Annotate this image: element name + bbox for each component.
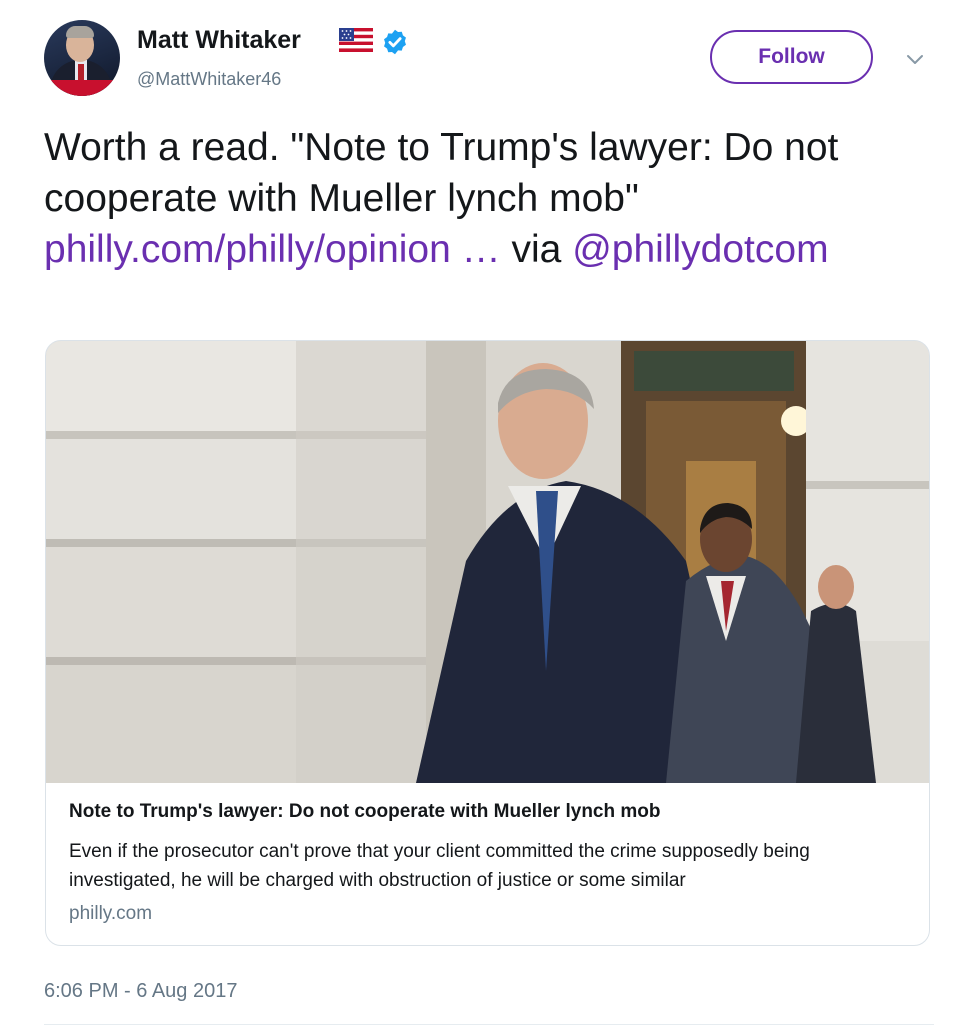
us-flag-icon [339, 28, 373, 52]
author-handle[interactable]: @MattWhitaker46 [137, 69, 281, 90]
tweet-url-link[interactable]: philly.com/philly/opinion [44, 228, 451, 271]
tweet-url-ellipsis[interactable]: … [451, 228, 501, 271]
link-preview-card[interactable]: Note to Trump's lawyer: Do not cooperate… [45, 340, 930, 946]
follow-button[interactable]: Follow [710, 30, 873, 84]
tweet-body: Worth a read. "Note to Trump's lawyer: D… [44, 126, 839, 220]
card-title[interactable]: Note to Trump's lawyer: Do not cooperate… [69, 801, 660, 823]
author-name[interactable]: Matt Whitaker [137, 26, 301, 55]
tweet-timestamp[interactable]: 6:06 PM - 6 Aug 2017 [44, 980, 237, 1003]
card-description: Even if the prosecutor can't prove that … [69, 841, 810, 891]
card-domain: philly.com [69, 903, 153, 924]
avatar[interactable] [44, 20, 120, 96]
tweet-via: via [500, 228, 573, 271]
chevron-down-icon[interactable] [906, 54, 924, 66]
mention-link[interactable]: @phillydotcom [572, 228, 828, 271]
card-image [46, 341, 929, 783]
card-body: Note to Trump's lawyer: Do not cooperate… [46, 783, 929, 945]
divider [44, 1024, 934, 1025]
verified-badge-icon [384, 29, 406, 55]
tweet-text: Worth a read. "Note to Trump's lawyer: D… [44, 122, 934, 275]
